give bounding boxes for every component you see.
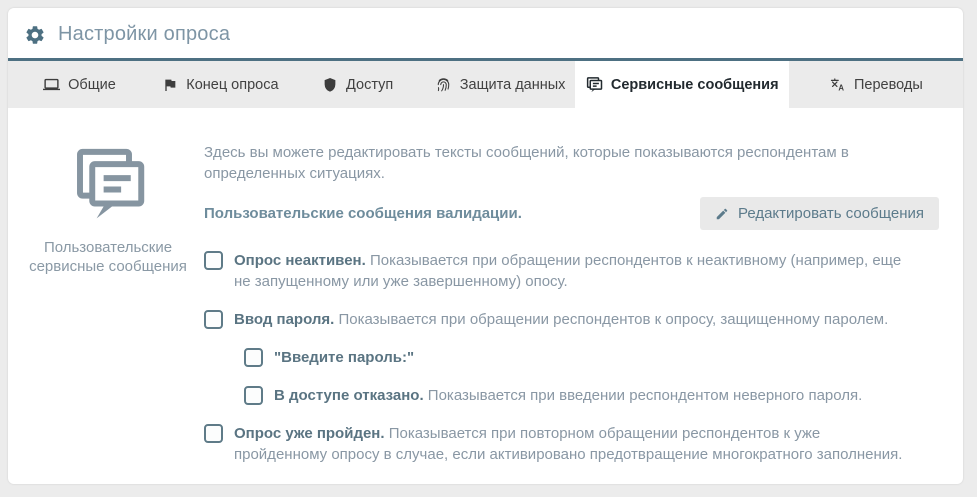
sidebar-caption: Пользовательские сервисные сообщения <box>24 238 192 276</box>
chat-bubbles-icon <box>66 144 150 228</box>
checkbox-enter-password[interactable] <box>244 348 263 367</box>
tab-access[interactable]: Доступ <box>290 61 426 108</box>
main-column: Здесь вы можете редактировать тексты соо… <box>192 142 939 484</box>
sidebar-section-label: Пользовательские сервисные сообщения <box>24 142 192 484</box>
edit-messages-button[interactable]: Редактировать сообщения <box>700 197 939 230</box>
checkbox-row-survey-completed: Опрос уже пройден. Показывается при повт… <box>204 423 939 465</box>
tab-general[interactable]: Общие <box>8 61 151 108</box>
checkbox-row-enter-password: "Введите пароль:" <box>244 347 939 368</box>
translate-icon: A <box>829 76 846 93</box>
tab-end-of-survey[interactable]: Конец опроса <box>151 61 290 108</box>
svg-text:A: A <box>838 84 844 93</box>
checkbox-row-access-denied: В доступе отказано. Показывается при вве… <box>244 385 939 406</box>
flag-icon <box>162 77 178 93</box>
tab-bar: Общие Конец опроса Доступ Защита данных … <box>8 58 963 108</box>
checkbox-password-entry[interactable] <box>204 310 223 329</box>
checkbox-access-denied[interactable] <box>244 386 263 405</box>
shield-icon <box>322 77 338 93</box>
survey-settings-card: Настройки опроса Общие Конец опроса Дост… <box>8 8 963 484</box>
pencil-icon <box>715 207 729 221</box>
tab-service-messages[interactable]: Сервисные сообщения <box>575 61 789 108</box>
checkbox-survey-completed[interactable] <box>204 424 223 443</box>
chat-bubbles-icon-slot <box>66 144 150 228</box>
validation-row: Пользовательские сообщения валидации. Ре… <box>204 197 939 230</box>
chat-icon <box>585 76 603 94</box>
gear-icon <box>24 24 46 46</box>
gear-icon-slot <box>24 24 46 46</box>
checkbox-row-survey-inactive: Опрос неактивен. Показывается при обраще… <box>204 250 939 292</box>
checkbox-list: Опрос неактивен. Показывается при обраще… <box>204 250 939 465</box>
page-title: Настройки опроса <box>58 23 230 46</box>
fingerprint-icon <box>435 76 452 93</box>
checkbox-row-password-entry: Ввод пароля. Показывается при обращении … <box>204 309 939 330</box>
content-area: Пользовательские сервисные сообщения Зде… <box>8 108 963 484</box>
pencil-icon-slot <box>715 207 729 221</box>
checkbox-survey-inactive[interactable] <box>204 251 223 270</box>
tab-translations[interactable]: A Переводы <box>789 61 963 108</box>
tab-data-protection[interactable]: Защита данных <box>425 61 574 108</box>
monitor-icon <box>43 76 60 93</box>
validation-label: Пользовательские сообщения валидации. <box>204 205 522 222</box>
intro-text: Здесь вы можете редактировать тексты соо… <box>204 142 920 184</box>
card-header: Настройки опроса <box>8 8 963 58</box>
edit-messages-button-label: Редактировать сообщения <box>738 205 924 222</box>
